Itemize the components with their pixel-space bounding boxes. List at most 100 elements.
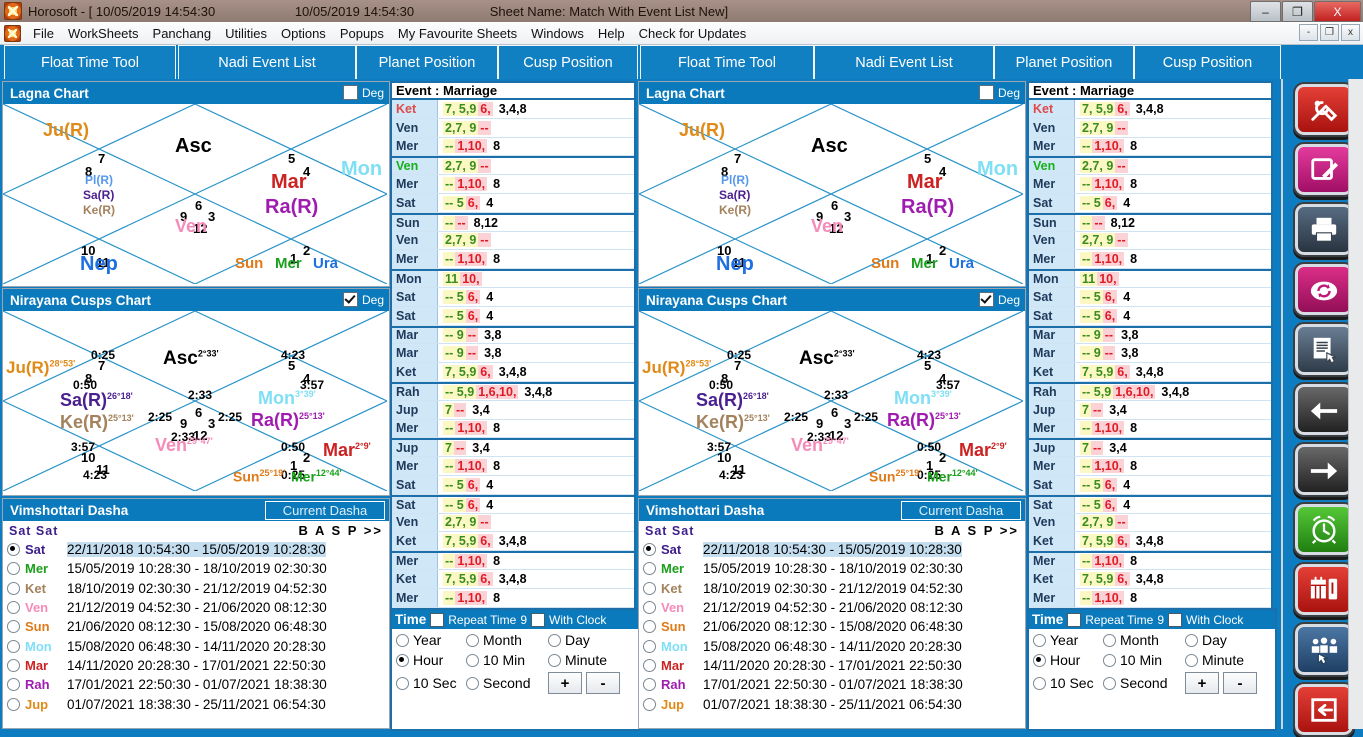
dasha-row[interactable]: Jup 01/07/2021 18:38:30 - 25/11/2021 06:5… <box>3 694 389 713</box>
deg-toggle-lagna-left[interactable]: Deg <box>342 85 384 100</box>
event-row[interactable]: Ven 2,7, 9 -- <box>392 118 634 138</box>
toolbar-button-arrow-right[interactable] <box>1293 442 1355 497</box>
event-row[interactable]: Mer -- 1,10, 8 <box>1029 137 1271 157</box>
event-row[interactable]: Sat -- 5 6, 4 <box>1029 475 1271 495</box>
event-row[interactable]: Ven 2,7, 9 -- <box>392 156 634 176</box>
event-row[interactable]: Mer -- 1,10, 8 <box>392 419 634 439</box>
time-option-day[interactable]: Day <box>1185 632 1271 648</box>
event-row[interactable]: Mer -- 1,10, 8 <box>1029 419 1271 439</box>
cusps-chart-body-right[interactable]: 1 2 3 4 5 6 7 8 9 10 11 12 0:25 0:50 2:25 3:57 4:23 2:33 0… <box>639 311 1025 495</box>
menu-item-check-for-updates[interactable]: Check for Updates <box>632 24 754 43</box>
event-list-rows-left[interactable]: Ket 7, 5,9 6, 3,4,8 Ven 2,7, 9 -- Mer -- 1,10, 8 Ve… <box>390 100 636 610</box>
event-row[interactable]: Sat -- 5 6, 4 <box>392 287 634 307</box>
event-row[interactable]: Ven 2,7, 9 -- <box>1029 513 1271 533</box>
dasha-row[interactable]: Mer 15/05/2019 10:28:30 - 18/10/2019 02:3… <box>3 559 389 578</box>
decrement-button[interactable]: - <box>586 672 620 694</box>
event-row[interactable]: Mer -- 1,10, 8 <box>392 250 634 270</box>
event-row[interactable]: Mon 11 10, <box>1029 269 1271 288</box>
menu-item-worksheets[interactable]: WorkSheets <box>61 24 146 43</box>
repeat-time-checkbox-left[interactable] <box>430 612 445 627</box>
dasha-basp-label-left[interactable]: B A S P >> <box>298 523 383 538</box>
event-row[interactable]: Jup 7 -- 3,4 <box>392 400 634 420</box>
time-option-radio[interactable] <box>1103 653 1116 667</box>
close-button[interactable]: X <box>1314 1 1361 22</box>
event-row[interactable]: Ven 2,7, 9 -- <box>1029 231 1271 251</box>
event-row[interactable]: Mar -- 9 -- 3,8 <box>392 344 634 364</box>
dasha-row[interactable]: Sat 22/11/2018 10:54:30 - 15/05/2019 10:2… <box>639 540 1025 559</box>
dasha-row[interactable]: Mar 14/11/2020 20:28:30 - 17/01/2021 22:5… <box>639 656 1025 675</box>
dasha-row[interactable]: Rah 17/01/2021 22:50:30 - 01/07/2021 18:3… <box>3 675 389 694</box>
deg-checkbox-cusps-right[interactable] <box>978 292 994 307</box>
mdi-restore-button[interactable]: ❐ <box>1320 24 1339 41</box>
event-row[interactable]: Mar -- 9 -- 3,8 <box>1029 325 1271 345</box>
dasha-row[interactable]: Mon 15/08/2020 06:48:30 - 14/11/2020 20:2… <box>639 636 1025 655</box>
toolbar-button-document-click[interactable] <box>1293 322 1355 377</box>
lagna-chart-body-left[interactable]: 1 2 3 4 5 6 7 8 9 10 11 12 Asc Ju(R) Pl(R) Sa(R) Ke(R) Mo… <box>3 104 389 286</box>
dasha-radio[interactable] <box>7 678 20 692</box>
dasha-row[interactable]: Ket 18/10/2019 02:30:30 - 21/12/2019 04:5… <box>3 579 389 598</box>
time-option-radio[interactable] <box>1103 676 1116 690</box>
event-row[interactable]: Jup 7 -- 3,4 <box>392 438 634 458</box>
dasha-row[interactable]: Mar 14/11/2020 20:28:30 - 17/01/2021 22:5… <box>3 656 389 675</box>
event-row[interactable]: Mar -- 9 -- 3,8 <box>1029 344 1271 364</box>
time-option-hour[interactable]: Hour <box>1033 652 1103 668</box>
with-clock-checkbox-right[interactable] <box>1168 612 1182 627</box>
menu-item-file[interactable]: File <box>26 24 61 43</box>
event-row[interactable]: Ket 7, 5,9 6, 3,4,8 <box>1029 363 1271 382</box>
tab-nadi-event-list-5[interactable]: Nadi Event List <box>814 45 994 80</box>
dasha-radio[interactable] <box>7 581 20 595</box>
time-option-10-min[interactable]: 10 Min <box>466 652 548 668</box>
event-row[interactable]: Ket 7, 5,9 6, 3,4,8 <box>1029 532 1271 552</box>
dasha-row[interactable]: Mer 15/05/2019 10:28:30 - 18/10/2019 02:3… <box>639 559 1025 578</box>
decrement-button[interactable]: - <box>1223 672 1257 694</box>
dasha-radio[interactable] <box>7 543 20 557</box>
deg-toggle-cusps-right[interactable]: Deg <box>978 292 1020 307</box>
dasha-radio[interactable] <box>7 697 20 711</box>
event-row[interactable]: Ket 7, 5,9 6, 3,4,8 <box>1029 100 1271 119</box>
event-row[interactable]: Sat -- 5 6, 4 <box>392 306 634 326</box>
toolbar-button-refresh-cloud[interactable] <box>1293 262 1355 317</box>
deg-toggle-cusps-left[interactable]: Deg <box>342 292 384 307</box>
dasha-radio[interactable] <box>7 562 20 576</box>
event-row[interactable]: Mar -- 9 -- 3,8 <box>392 325 634 345</box>
toolbar-button-printer[interactable] <box>1293 202 1355 257</box>
lagna-chart-body-right[interactable]: 1 2 3 4 5 6 7 8 9 10 11 12 Asc Ju(R) Pl(R) Sa(R) Ke(R) Mo… <box>639 104 1025 286</box>
event-row[interactable]: Mer -- 1,10, 8 <box>1029 457 1271 476</box>
event-row[interactable]: Mer -- 1,10, 8 <box>392 551 634 570</box>
time-option-10-sec[interactable]: 10 Sec <box>1033 675 1103 691</box>
deg-checkbox-cusps-left[interactable] <box>342 292 358 307</box>
increment-button[interactable]: + <box>548 672 582 694</box>
cusps-chart-body-left[interactable]: 1 2 3 4 5 6 7 8 9 10 11 12 0:25 0:50 2:25 3:57 4:23 2:33 0… <box>3 311 389 495</box>
toolbar-button-arrow-left[interactable] <box>1293 382 1355 437</box>
deg-checkbox-lagna-left[interactable] <box>342 85 358 100</box>
event-row[interactable]: Mon 11 10, <box>392 269 634 288</box>
event-row[interactable]: Ket 7, 5,9 6, 3,4,8 <box>392 363 634 382</box>
increment-button[interactable]: + <box>1185 672 1219 694</box>
event-row[interactable]: Rah -- 5,9 1,6,10, 3,4,8 <box>1029 381 1271 401</box>
dasha-row[interactable]: Rah 17/01/2021 22:50:30 - 01/07/2021 18:3… <box>639 675 1025 694</box>
event-row[interactable]: Mer -- 1,10, 8 <box>1029 551 1271 570</box>
dasha-radio[interactable] <box>643 601 656 615</box>
event-row[interactable]: Ven 2,7, 9 -- <box>1029 156 1271 176</box>
current-dasha-button-left[interactable]: Current Dasha <box>265 501 385 520</box>
event-row[interactable]: Mer -- 1,10, 8 <box>392 457 634 476</box>
event-row[interactable]: Sat -- 5 6, 4 <box>392 193 634 213</box>
tab-float-time-tool-0[interactable]: Float Time Tool <box>4 45 176 80</box>
dasha-radio[interactable] <box>643 543 656 557</box>
tab-planet-position-6[interactable]: Planet Position <box>994 45 1134 80</box>
time-option-radio[interactable] <box>396 633 409 647</box>
time-option-radio[interactable] <box>548 633 561 647</box>
menu-item-panchang[interactable]: Panchang <box>146 24 219 43</box>
with-clock-checkbox-left[interactable] <box>531 612 545 627</box>
event-row[interactable]: Ven 2,7, 9 -- <box>392 231 634 251</box>
time-option-year[interactable]: Year <box>396 632 466 648</box>
dasha-row[interactable]: Sat 22/11/2018 10:54:30 - 15/05/2019 10:2… <box>3 540 389 559</box>
dasha-radio[interactable] <box>643 697 656 711</box>
deg-checkbox-lagna-right[interactable] <box>978 85 994 100</box>
time-option-10-sec[interactable]: 10 Sec <box>396 675 466 691</box>
tab-float-time-tool-4[interactable]: Float Time Tool <box>640 45 814 80</box>
event-row[interactable]: Ket 7, 5,9 6, 3,4,8 <box>392 569 634 589</box>
dasha-row[interactable]: Ket 18/10/2019 02:30:30 - 21/12/2019 04:5… <box>639 579 1025 598</box>
toolbar-button-calendar-book[interactable] <box>1293 562 1355 617</box>
restore-button[interactable]: ❐ <box>1282 1 1313 22</box>
